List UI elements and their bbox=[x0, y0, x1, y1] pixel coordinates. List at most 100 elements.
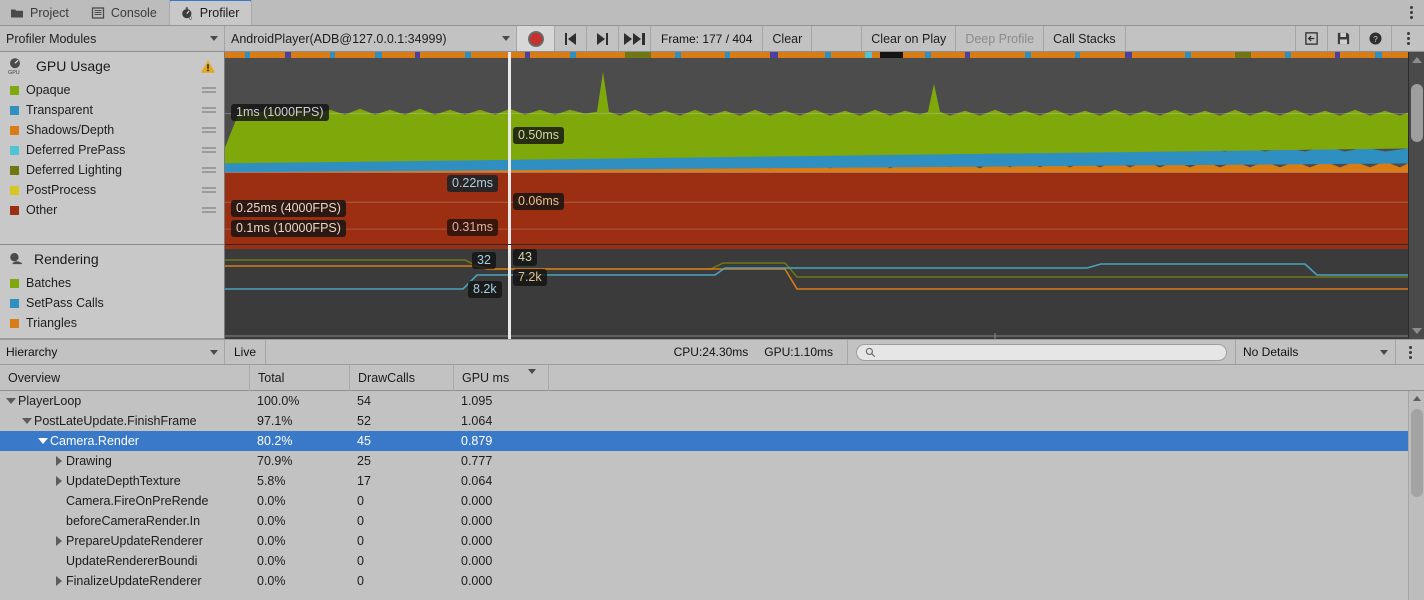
expand-toggle[interactable] bbox=[20, 418, 34, 424]
clear-button[interactable]: Clear bbox=[763, 26, 813, 51]
column-header-total[interactable]: Total bbox=[249, 365, 349, 391]
legend-item-transparent[interactable]: Transparent bbox=[0, 100, 224, 120]
row-label: PrepareUpdateRenderer bbox=[66, 534, 203, 548]
scroll-up-icon[interactable] bbox=[1413, 396, 1421, 401]
row-gpums-cell: 0.777 bbox=[461, 454, 493, 468]
expand-toggle[interactable] bbox=[52, 476, 66, 486]
legend-item-opaque[interactable]: Opaque bbox=[0, 80, 224, 100]
row-label: UpdateRendererBoundi bbox=[66, 554, 198, 568]
help-icon: ? bbox=[1368, 31, 1383, 46]
table-vertical-scrollbar[interactable] bbox=[1408, 391, 1424, 600]
scroll-up-icon[interactable] bbox=[1411, 57, 1422, 63]
last-frame-button[interactable] bbox=[619, 26, 651, 51]
tab-profiler[interactable]: Q Profiler bbox=[168, 0, 253, 25]
column-header-drawcalls[interactable]: DrawCalls bbox=[349, 365, 453, 391]
legend-item-setpass-calls[interactable]: SetPass Calls bbox=[0, 293, 224, 313]
row-total-cell: 0.0% bbox=[257, 534, 286, 548]
row-drawcalls-cell: 0 bbox=[357, 494, 364, 508]
legend-item-batches[interactable]: Batches bbox=[0, 273, 224, 293]
details-dropdown[interactable]: No Details bbox=[1236, 340, 1396, 364]
table-row[interactable]: UpdateRendererBoundi 0.0% 0 0.000 bbox=[0, 551, 1424, 571]
row-total-cell: 100.0% bbox=[257, 394, 300, 408]
clear-on-play-button[interactable]: Clear on Play bbox=[862, 26, 957, 51]
chevron-down-icon bbox=[210, 349, 218, 355]
scrollbar-thumb[interactable] bbox=[1411, 409, 1423, 497]
table-row[interactable]: PostLateUpdate.FinishFrame 97.1% 52 1.06… bbox=[0, 411, 1424, 431]
drag-handle-icon[interactable] bbox=[202, 147, 216, 153]
tab-console[interactable]: Console bbox=[81, 0, 169, 25]
row-label: beforeCameraRender.In bbox=[66, 514, 201, 528]
legend-swatch bbox=[10, 85, 19, 95]
chevron-down-icon bbox=[210, 36, 218, 41]
hierarchy-menu-button[interactable] bbox=[1396, 340, 1424, 364]
legend-item-other[interactable]: Other bbox=[0, 200, 224, 220]
drag-handle-icon[interactable] bbox=[202, 207, 216, 213]
table-row[interactable]: FinalizeUpdateRenderer 0.0% 0 0.000 bbox=[0, 571, 1424, 591]
deep-profile-button[interactable]: Deep Profile bbox=[956, 26, 1045, 51]
load-profile-button[interactable] bbox=[1296, 26, 1328, 51]
scroll-down-icon[interactable] bbox=[1411, 328, 1422, 334]
table-header-row: Overview Total DrawCalls GPU ms bbox=[0, 365, 1424, 391]
expand-toggle[interactable] bbox=[52, 576, 66, 586]
frame-cursor-line-rendering[interactable] bbox=[508, 245, 511, 339]
row-total-cell: 5.8% bbox=[257, 474, 286, 488]
table-row[interactable]: beforeCameraRender.In 0.0% 0 0.000 bbox=[0, 511, 1424, 531]
gpu-usage-chart-svg bbox=[225, 52, 1408, 244]
expand-toggle[interactable] bbox=[4, 398, 18, 404]
record-button[interactable] bbox=[517, 26, 555, 51]
legend-item-deferred-lighting[interactable]: Deferred Lighting bbox=[0, 160, 224, 180]
gpu-usage-chart[interactable]: 1ms (1000FPS) 0.25ms (4000FPS) 0.1ms (10… bbox=[225, 52, 1408, 245]
row-name-cell: UpdateRendererBoundi bbox=[0, 551, 249, 571]
row-name-cell: Camera.Render bbox=[0, 431, 249, 451]
clear-on-play-label: Clear on Play bbox=[871, 31, 947, 46]
expand-toggle[interactable] bbox=[36, 438, 50, 444]
legend-item-postprocess[interactable]: PostProcess bbox=[0, 180, 224, 200]
legend-item-triangles[interactable]: Triangles bbox=[0, 313, 224, 333]
search-input[interactable] bbox=[856, 343, 1227, 361]
cursor-value-triangles-left: 8.2k bbox=[468, 281, 502, 298]
scrollbar-thumb[interactable] bbox=[1411, 84, 1423, 142]
module-gpu-header: GPU GPU Usage bbox=[0, 52, 224, 80]
frame-cursor-line[interactable] bbox=[508, 52, 511, 244]
profiler-modules-dropdown[interactable]: Profiler Modules bbox=[0, 26, 225, 51]
next-frame-button[interactable] bbox=[587, 26, 619, 51]
charts-vertical-scrollbar[interactable] bbox=[1408, 52, 1424, 339]
connection-target-dropdown[interactable]: AndroidPlayer(ADB@127.0.0.1:34999) bbox=[225, 26, 517, 51]
rendering-chart[interactable]: 32 43 7.2k 8.2k bbox=[225, 245, 1408, 339]
legend-item-deferred-prepass[interactable]: Deferred PrePass bbox=[0, 140, 224, 160]
table-row[interactable]: Camera.Render 80.2% 45 0.879 bbox=[0, 431, 1424, 451]
column-header-overview[interactable]: Overview bbox=[0, 365, 249, 391]
view-type-dropdown[interactable]: Hierarchy bbox=[0, 340, 225, 364]
drag-handle-icon[interactable] bbox=[202, 187, 216, 193]
table-row[interactable]: PrepareUpdateRenderer 0.0% 0 0.000 bbox=[0, 531, 1424, 551]
prev-frame-button[interactable] bbox=[555, 26, 587, 51]
drag-handle-icon[interactable] bbox=[202, 87, 216, 93]
row-name-cell: Drawing bbox=[0, 451, 249, 471]
row-drawcalls-cell: 25 bbox=[357, 454, 371, 468]
legend-item-shadows-depth[interactable]: Shadows/Depth bbox=[0, 120, 224, 140]
profiler-menu-button[interactable] bbox=[1392, 26, 1424, 51]
editor-tab-bar: Project Console Q Profiler bbox=[0, 0, 1424, 26]
drag-handle-icon[interactable] bbox=[202, 107, 216, 113]
expand-toggle[interactable] bbox=[52, 536, 66, 546]
table-row[interactable]: Drawing 70.9% 25 0.777 bbox=[0, 451, 1424, 471]
table-row[interactable]: Camera.FireOnPreRende 0.0% 0 0.000 bbox=[0, 491, 1424, 511]
live-button[interactable]: Live bbox=[225, 340, 267, 364]
table-row[interactable]: PlayerLoop 100.0% 54 1.095 bbox=[0, 391, 1424, 411]
expand-toggle[interactable] bbox=[52, 456, 66, 466]
drag-handle-icon[interactable] bbox=[202, 127, 216, 133]
tab-project[interactable]: Project bbox=[0, 0, 81, 25]
module-rendering[interactable]: Rendering Batches SetPass Calls Triangle… bbox=[0, 245, 224, 339]
legend-label: Shadows/Depth bbox=[26, 123, 115, 137]
save-profile-button[interactable] bbox=[1328, 26, 1360, 51]
drag-handle-icon[interactable] bbox=[202, 167, 216, 173]
row-name-cell: UpdateDepthTexture bbox=[0, 471, 249, 491]
row-gpums-cell: 1.095 bbox=[461, 394, 493, 408]
table-row[interactable]: UpdateDepthTexture 5.8% 17 0.064 bbox=[0, 471, 1424, 491]
column-header-spacer bbox=[548, 365, 1424, 391]
help-button[interactable]: ? bbox=[1360, 26, 1392, 51]
window-menu-button[interactable] bbox=[1398, 0, 1424, 25]
column-header-gpums[interactable]: GPU ms bbox=[453, 365, 548, 391]
call-stacks-button[interactable]: Call Stacks bbox=[1044, 26, 1126, 51]
module-gpu-usage[interactable]: GPU GPU Usage Opaque Transparent Shadows… bbox=[0, 52, 224, 245]
